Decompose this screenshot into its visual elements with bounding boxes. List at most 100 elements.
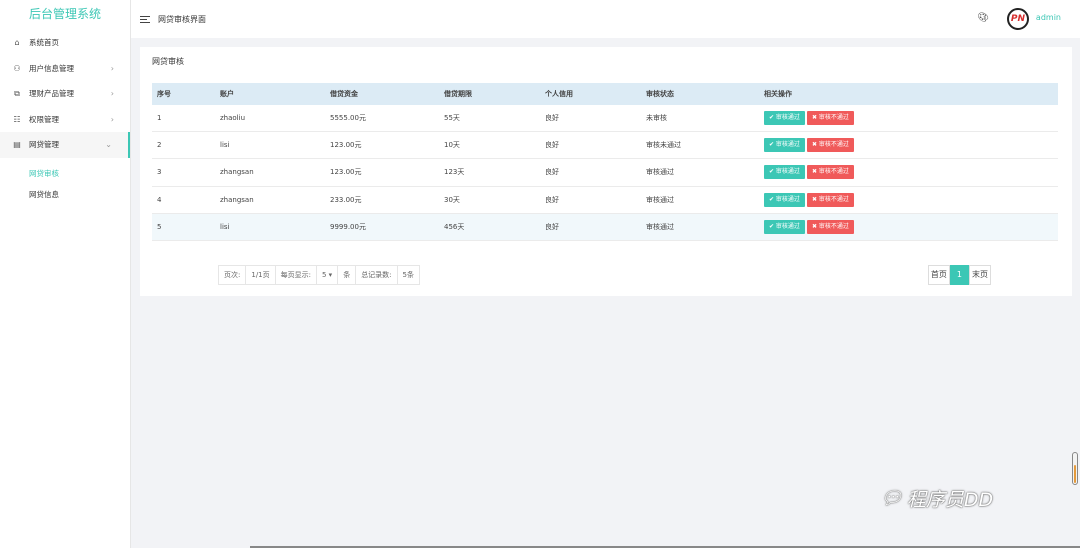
cell-term: 456天 [444,222,465,231]
submenu-item-loan-review[interactable]: 网贷审核 [0,163,130,184]
total-label: 总记录数: [356,266,398,284]
sidebar-item-loans[interactable]: ▤ 网贷管理 ⌄ [0,132,130,158]
cell-account: zhaoliu [220,114,246,123]
cell-credit: 良好 [545,168,559,177]
page-title: 网贷审核界面 [158,14,206,24]
sliders-icon: ☷ [13,114,21,124]
sidebar-item-user-info[interactable]: ⚇ 用户信息管理 › [0,56,130,82]
chevron-right-icon: › [110,114,114,124]
cell-no: 2 [157,141,162,150]
content-panel: 网贷审核 序号 账户 借贷资金 借贷期限 个人信用 审核状态 相关操作 1 zh… [140,47,1072,296]
palette-icon[interactable]: 🎨︎ [978,13,989,23]
watermark: 💬︎ 程序员DD [880,485,993,512]
cell-term: 55天 [444,114,460,123]
approve-button[interactable]: ✔ 审核通过 [764,165,805,180]
per-page-unit: 条 [338,266,357,284]
message-icon: ▤ [13,140,21,150]
users-icon: ⚇ [13,63,21,73]
sidebar-item-label: 理财产品管理 [29,89,74,99]
column-header: 借贷期限 [444,90,472,98]
cell-status: 审核通过 [646,222,674,231]
cell-amount: 5555.00元 [330,114,366,123]
column-header: 账户 [220,90,234,98]
per-page-label: 每页显示: [276,266,317,284]
sidebar-item-home[interactable]: ⌂ 系统首页 [0,30,130,56]
sidebar: 后台管理系统 ⌂ 系统首页 ⚇ 用户信息管理 › ⧉ 理财产品管理 › ☷ 权限… [0,0,131,548]
page-label: 页次: [219,266,247,284]
loans-submenu: 网贷审核 网贷信息 [0,158,130,205]
table-row: 2 lisi 123.00元 10天 良好 审核未通过 ✔ 审核通过 ✖ 审核不通… [152,132,1058,160]
approve-button[interactable]: ✔ 审核通过 [764,111,805,126]
chat-bubbles-icon: 💬︎ [880,488,903,509]
reject-button[interactable]: ✖ 审核不通过 [806,165,854,180]
cell-account: lisi [220,141,230,150]
user-name[interactable]: admin [1036,13,1061,22]
cell-status: 审核未通过 [646,141,681,150]
cell-term: 30天 [444,195,460,204]
reject-button[interactable]: ✖ 审核不通过 [806,111,854,126]
cell-account: lisi [220,222,230,231]
per-page-select[interactable]: 5 ▾ [317,266,339,284]
cell-amount: 233.00元 [330,195,362,204]
topbar: 网贷审核界面 🎨︎ PN admin [131,0,1080,38]
cell-no: 3 [157,168,162,177]
cell-credit: 良好 [545,141,559,150]
cell-amount: 9999.00元 [330,222,366,231]
cell-account: zhangsan [220,195,254,204]
sidebar-item-label: 网贷管理 [29,140,59,150]
cell-account: zhangsan [220,168,254,177]
approve-button[interactable]: ✔ 审核通过 [764,219,805,234]
copy-icon: ⧉ [14,88,20,98]
approve-button[interactable]: ✔ 审核通过 [764,138,805,153]
cell-no: 1 [157,114,162,123]
menu-toggle-icon[interactable] [140,15,150,24]
sidebar-item-permissions[interactable]: ☷ 权限管理 › [0,107,130,133]
pagination: 首页 1 末页 [927,265,991,285]
cell-credit: 良好 [545,114,559,123]
cell-amount: 123.00元 [330,141,362,150]
table-row: 4 zhangsan 233.00元 30天 良好 审核通过 ✔ 审核通过 ✖ 审… [152,187,1058,214]
pagination-info: 页次: 1/1页 每页显示: 5 ▾ 条 总记录数: 5条 [218,265,421,285]
row-actions: ✔ 审核通过 ✖ 审核不通过 [764,138,856,153]
cell-amount: 123.00元 [330,168,362,177]
column-header: 序号 [157,90,171,98]
column-header: 审核状态 [646,90,674,98]
column-header: 个人信用 [545,90,573,98]
panel-title: 网贷审核 [152,57,184,66]
cell-credit: 良好 [545,222,559,231]
cell-credit: 良好 [545,195,559,204]
sidebar-item-label: 权限管理 [29,114,59,124]
row-actions: ✔ 审核通过 ✖ 审核不通过 [764,192,856,207]
cell-status: 审核通过 [646,195,674,204]
cell-term: 10天 [444,141,460,150]
watermark-text: 程序员DD [906,489,994,511]
row-actions: ✔ 审核通过 ✖ 审核不通过 [764,111,856,126]
row-actions: ✔ 审核通过 ✖ 审核不通过 [764,219,856,234]
sidebar-item-products[interactable]: ⧉ 理财产品管理 › [0,81,130,107]
table-header-row: 序号 账户 借贷资金 借贷期限 个人信用 审核状态 相关操作 [152,83,1058,105]
app-logo: 后台管理系统 [28,7,101,21]
cell-term: 123天 [444,168,465,177]
chevron-right-icon: › [110,63,114,73]
sidebar-item-label: 用户信息管理 [29,63,74,73]
first-page-button[interactable]: 首页 [927,265,950,285]
loan-review-table: 序号 账户 借贷资金 借贷期限 个人信用 审核状态 相关操作 1 zhaoliu… [152,83,1058,241]
total-value: 5条 [402,271,415,279]
avatar[interactable]: PN [1007,8,1029,30]
scroll-indicator[interactable] [1072,452,1078,485]
approve-button[interactable]: ✔ 审核通过 [764,192,805,207]
table-row: 3 zhangsan 123.00元 123天 良好 审核通过 ✔ 审核通过 ✖ … [152,159,1058,187]
column-header: 相关操作 [764,90,792,98]
reject-button[interactable]: ✖ 审核不通过 [806,138,854,153]
submenu-item-loan-info[interactable]: 网贷信息 [0,184,130,205]
table-row: 1 zhaoliu 5555.00元 55天 良好 未审核 ✔ 审核通过 ✖ 审核… [152,105,1058,133]
chevron-down-icon: ⌄ [105,140,112,150]
column-header: 借贷资金 [330,90,358,98]
current-page-button[interactable]: 1 [949,265,969,285]
reject-button[interactable]: ✖ 审核不通过 [806,219,854,234]
cell-no: 4 [157,195,162,204]
chevron-right-icon: › [110,89,114,99]
cell-status: 审核通过 [646,168,674,177]
last-page-button[interactable]: 末页 [969,265,991,285]
reject-button[interactable]: ✖ 审核不通过 [806,192,854,207]
